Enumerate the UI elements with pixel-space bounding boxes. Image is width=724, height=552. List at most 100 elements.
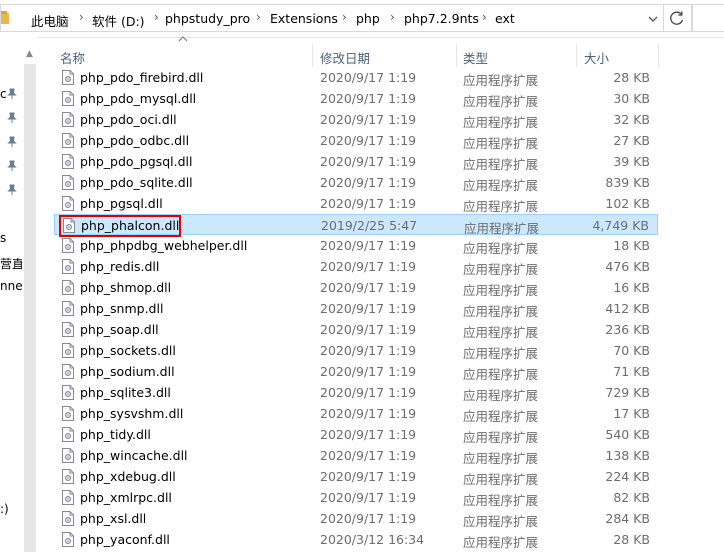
- nav-item-fragment[interactable]: :): [0, 502, 9, 516]
- file-name[interactable]: php_sqlite3.dll: [80, 385, 171, 400]
- nav-item-fragment[interactable]: c: [0, 87, 7, 101]
- table-row[interactable]: php_sqlite3.dll 2020/9/17 1:19 应用程序扩展 729 K…: [54, 382, 658, 403]
- crumb-separator[interactable]: ›: [342, 10, 347, 24]
- pin-icon[interactable]: [7, 160, 17, 172]
- crumb-php[interactable]: php: [356, 11, 380, 26]
- scroll-up-icon[interactable]: ▲: [26, 49, 33, 59]
- column-divider[interactable]: [456, 44, 457, 67]
- table-row[interactable]: php_wincache.dll 2020/9/17 1:19 应用程序扩展 138 …: [54, 445, 658, 466]
- table-row[interactable]: php_pdo_odbc.dll 2020/9/17 1:19 应用程序扩展 27 K…: [54, 130, 658, 151]
- file-name[interactable]: php_xdebug.dll: [80, 469, 176, 484]
- crumb-drive[interactable]: 软件 (D:): [92, 11, 145, 30]
- column-date-header[interactable]: 修改日期: [320, 48, 370, 67]
- table-row[interactable]: php_soap.dll 2020/9/17 1:19 应用程序扩展 236 KB: [54, 319, 658, 340]
- crumb-separator[interactable]: ›: [79, 10, 84, 24]
- crumb-phpstudy[interactable]: phpstudy_pro: [165, 11, 250, 26]
- nav-item-fragment[interactable]: s: [0, 231, 6, 245]
- file-name[interactable]: php_pdo_mysql.dll: [80, 91, 196, 106]
- file-name[interactable]: php_yaconf.dll: [80, 532, 170, 547]
- file-modified-date: 2020/9/17 1:19: [320, 91, 417, 106]
- table-row[interactable]: php_shmop.dll 2020/9/17 1:19 应用程序扩展 16 KB: [54, 277, 658, 298]
- pin-icon[interactable]: [7, 184, 17, 196]
- crumb-php-version[interactable]: php7.2.9nts: [404, 11, 479, 26]
- file-name[interactable]: php_redis.dll: [80, 259, 159, 274]
- table-row[interactable]: php_yaconf.dll 2020/3/12 16:34 应用程序扩展 28 KB: [54, 529, 658, 550]
- file-name[interactable]: php_soap.dll: [80, 322, 159, 337]
- file-size: 729 KB: [605, 385, 650, 400]
- file-modified-date: 2020/9/17 1:19: [320, 238, 417, 253]
- nav-scrollbar[interactable]: ▲: [22, 46, 38, 552]
- file-name[interactable]: php_snmp.dll: [80, 301, 163, 316]
- file-size: 39 KB: [613, 154, 650, 169]
- nav-item-fragment[interactable]: 营直: [0, 255, 24, 272]
- file-size: 16 KB: [613, 280, 650, 295]
- crumb-separator[interactable]: ›: [154, 10, 159, 24]
- dll-file-icon: [62, 154, 74, 169]
- crumb-separator[interactable]: ›: [256, 10, 261, 24]
- address-bar: 此电脑 › 软件 (D:) › phpstudy_pro › Extension…: [0, 0, 724, 38]
- crumb-ext[interactable]: ext: [495, 11, 515, 26]
- file-name[interactable]: php_sodium.dll: [80, 364, 175, 379]
- table-row[interactable]: php_xsl.dll 2020/9/17 1:19 应用程序扩展 284 KB: [54, 508, 658, 529]
- file-name[interactable]: php_tidy.dll: [80, 427, 151, 442]
- chevron-down-icon[interactable]: [643, 9, 663, 29]
- table-row[interactable]: php_sockets.dll 2020/9/17 1:19 应用程序扩展 70 KB: [54, 340, 658, 361]
- file-type: 应用程序扩展: [463, 493, 539, 508]
- table-row[interactable]: php_pdo_mysql.dll 2020/9/17 1:19 应用程序扩展 30 …: [54, 88, 658, 109]
- column-type-header[interactable]: 类型: [463, 48, 488, 67]
- file-name[interactable]: php_xmlrpc.dll: [80, 490, 172, 505]
- file-size: 17 KB: [613, 406, 650, 421]
- table-row[interactable]: php_sodium.dll 2020/9/17 1:19 应用程序扩展 71 KB: [54, 361, 658, 382]
- file-name[interactable]: php_sysvshm.dll: [80, 406, 183, 421]
- file-name[interactable]: php_wincache.dll: [80, 448, 188, 463]
- pin-icon[interactable]: [7, 112, 17, 124]
- file-name[interactable]: php_pdo_sqlite.dll: [80, 175, 193, 190]
- nav-item-fragment[interactable]: nne: [0, 279, 23, 293]
- file-modified-date: 2020/9/17 1:19: [320, 343, 417, 358]
- column-divider[interactable]: [658, 44, 659, 67]
- file-type: 应用程序扩展: [463, 136, 539, 151]
- file-name[interactable]: php_pdo_firebird.dll: [80, 70, 203, 85]
- table-row[interactable]: php_pgsql.dll 2020/9/17 1:19 应用程序扩展 102 KB: [54, 193, 658, 214]
- column-divider[interactable]: [576, 44, 577, 67]
- file-modified-date: 2020/9/17 1:19: [320, 364, 417, 379]
- file-modified-date: 2020/9/17 1:19: [320, 280, 417, 295]
- breadcrumb[interactable]: 此电脑 › 软件 (D:) › phpstudy_pro › Extension…: [0, 4, 664, 32]
- file-name[interactable]: php_shmop.dll: [80, 280, 171, 295]
- file-name[interactable]: php_sockets.dll: [80, 343, 176, 358]
- table-row[interactable]: php_pdo_oci.dll 2020/9/17 1:19 应用程序扩展 32 KB: [54, 109, 658, 130]
- crumb-extensions[interactable]: Extensions: [270, 11, 338, 26]
- table-row[interactable]: php_pdo_sqlite.dll 2020/9/17 1:19 应用程序扩展 83…: [54, 172, 658, 193]
- file-name[interactable]: php_pdo_odbc.dll: [80, 133, 189, 148]
- pin-icon[interactable]: [7, 88, 17, 100]
- table-row[interactable]: php_sysvshm.dll 2020/9/17 1:19 应用程序扩展 17 KB: [54, 403, 658, 424]
- column-size-header[interactable]: 大小: [584, 48, 609, 67]
- file-name[interactable]: php_pdo_oci.dll: [80, 112, 177, 127]
- file-name[interactable]: php_phpdbg_webhelper.dll: [80, 238, 247, 253]
- column-name-header[interactable]: 名称: [60, 48, 85, 67]
- dll-file-icon: [62, 196, 74, 211]
- crumb-separator[interactable]: ›: [390, 10, 395, 24]
- table-row[interactable]: php_snmp.dll 2020/9/17 1:19 应用程序扩展 412 KB: [54, 298, 658, 319]
- table-row[interactable]: php_redis.dll 2020/9/17 1:19 应用程序扩展 476 KB: [54, 256, 658, 277]
- dll-file-icon: [62, 364, 74, 379]
- table-row[interactable]: php_pdo_firebird.dll 2020/9/17 1:19 应用程序扩展…: [54, 67, 658, 88]
- file-type: 应用程序扩展: [463, 283, 539, 298]
- file-size: 28 KB: [613, 70, 650, 85]
- file-size: 284 KB: [605, 511, 650, 526]
- pin-icon[interactable]: [7, 136, 17, 148]
- crumb-separator[interactable]: ›: [482, 10, 487, 24]
- file-name[interactable]: php_xsl.dll: [80, 511, 146, 526]
- refresh-button[interactable]: [664, 4, 692, 32]
- table-row[interactable]: php_pdo_pgsql.dll 2020/9/17 1:19 应用程序扩展 39 …: [54, 151, 658, 172]
- search-box[interactable]: [692, 4, 724, 32]
- table-row[interactable]: php_phpdbg_webhelper.dll 2020/9/17 1:19 应用…: [54, 235, 658, 256]
- file-name[interactable]: php_pgsql.dll: [80, 196, 163, 211]
- crumb-this-pc[interactable]: 此电脑: [31, 11, 69, 30]
- table-row[interactable]: php_xmlrpc.dll 2020/9/17 1:19 应用程序扩展 82 KB: [54, 487, 658, 508]
- table-row[interactable]: php_tidy.dll 2020/9/17 1:19 应用程序扩展 540 KB: [54, 424, 658, 445]
- file-name[interactable]: php_pdo_pgsql.dll: [80, 154, 192, 169]
- column-divider[interactable]: [312, 44, 313, 67]
- table-row[interactable]: php_xdebug.dll 2020/9/17 1:19 应用程序扩展 224 KB: [54, 466, 658, 487]
- scrollbar-thumb[interactable]: [24, 64, 36, 552]
